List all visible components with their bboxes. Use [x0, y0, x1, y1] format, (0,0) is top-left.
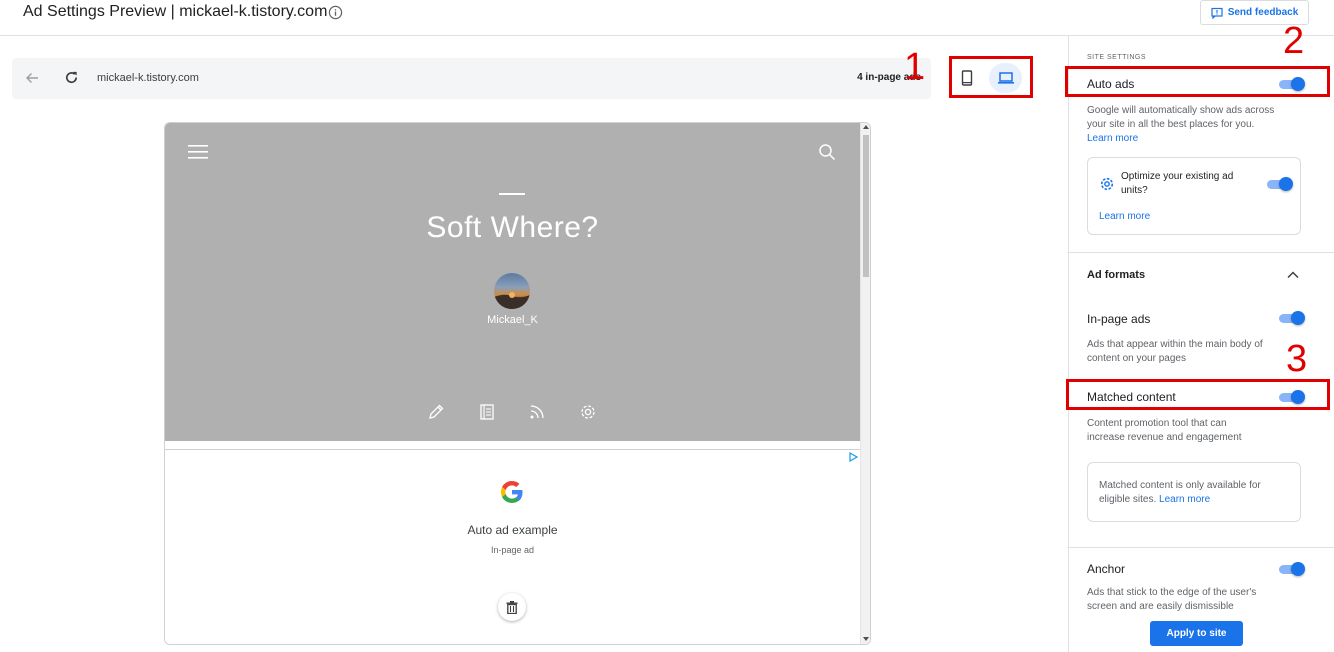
adchoices-icon[interactable]	[848, 452, 858, 462]
annotation-number-2: 2	[1283, 20, 1305, 62]
avatar[interactable]	[494, 273, 530, 309]
site-settings-heading: SITE SETTINGS	[1087, 54, 1147, 61]
guestbook-icon[interactable]	[478, 403, 496, 421]
in-page-ads-toggle[interactable]	[1279, 311, 1305, 325]
auto-optimize-gear-icon	[1100, 177, 1114, 191]
auto-ads-toggle[interactable]	[1279, 77, 1305, 91]
avatar-photo-icon	[494, 292, 530, 309]
section-divider	[1069, 252, 1334, 253]
browser-bar: mickael-k.tistory.com 4 in-page ads	[12, 58, 931, 99]
anchor-description: Ads that stick to the edge of the user's…	[1087, 587, 1257, 612]
matched-content-label: Matched content	[1087, 390, 1176, 404]
optimize-toggle[interactable]	[1267, 177, 1293, 191]
desktop-view-button[interactable]	[989, 63, 1022, 93]
apply-to-site-button[interactable]: Apply to site	[1150, 621, 1243, 646]
ad-example-subtitle: In-page ad	[490, 545, 535, 555]
auto-ads-learn-more-link[interactable]: Learn more	[1087, 133, 1138, 144]
ad-formats-heading[interactable]: Ad formats	[1087, 269, 1145, 281]
ad-example-title: Auto ad example	[467, 523, 558, 537]
matched-content-toggle[interactable]	[1279, 390, 1305, 404]
edit-pencil-icon[interactable]	[427, 403, 445, 421]
settings-sidebar: SITE SETTINGS 2 Auto ads Google will aut…	[1065, 22, 1334, 652]
matched-content-note: Matched content is only available for el…	[1099, 480, 1261, 505]
header: Ad Settings Preview | mickael-k.tistory.…	[0, 0, 1334, 36]
optimize-label: Optimize your existing ad units?	[1121, 171, 1234, 196]
send-feedback-label: Send feedback	[1227, 7, 1299, 18]
rss-icon[interactable]	[528, 403, 546, 421]
annotation-number-3: 3	[1286, 338, 1308, 380]
remove-ad-button[interactable]	[498, 593, 526, 621]
matched-content-note-card: Matched content is only available for el…	[1087, 462, 1301, 522]
matched-content-learn-more-link[interactable]: Learn more	[1159, 494, 1210, 505]
anchor-toggle[interactable]	[1279, 562, 1305, 576]
anchor-label: Anchor	[1087, 562, 1126, 576]
info-icon[interactable]	[328, 5, 343, 20]
page-title: Ad Settings Preview | mickael-k.tistory.…	[23, 3, 328, 20]
auto-ads-label: Auto ads	[1087, 77, 1135, 91]
optimize-ad-units-card: Optimize your existing ad units? Learn m…	[1087, 157, 1301, 235]
back-arrow-icon[interactable]	[25, 71, 39, 85]
trash-icon	[506, 600, 518, 614]
scroll-thumb[interactable]	[863, 135, 869, 277]
feedback-icon	[1211, 7, 1223, 19]
search-icon[interactable]	[818, 143, 836, 161]
hero-toolbar	[427, 403, 597, 421]
hero-divider	[499, 193, 525, 195]
in-page-ads-label: In-page ads	[1087, 312, 1151, 326]
google-logo-icon	[501, 481, 523, 503]
scroll-down-arrow[interactable]	[863, 637, 869, 641]
chevron-up-icon[interactable]	[1286, 268, 1300, 282]
mobile-view-button[interactable]	[952, 63, 982, 93]
menu-icon[interactable]	[188, 143, 208, 161]
matched-content-description: Content promotion tool that can increase…	[1087, 418, 1242, 443]
settings-gear-icon[interactable]	[579, 403, 597, 421]
preview-scrollbar[interactable]	[860, 123, 870, 644]
author-name: Mickael_K	[487, 314, 538, 326]
reload-icon[interactable]	[64, 70, 79, 85]
auto-ad-example: Auto ad example In-page ad	[165, 449, 860, 644]
url-text: mickael-k.tistory.com	[97, 72, 199, 84]
optimize-learn-more-link[interactable]: Learn more	[1099, 210, 1150, 224]
laptop-icon	[997, 72, 1014, 84]
site-preview-frame: Soft Where? Mickael_K Auto ad example In…	[164, 122, 871, 645]
scroll-up-arrow[interactable]	[863, 125, 869, 129]
annotation-number-1: 1	[904, 46, 926, 88]
phone-icon	[961, 70, 973, 86]
in-page-ads-description: Ads that appear within the main body of …	[1087, 339, 1263, 364]
section-divider	[1069, 547, 1334, 548]
blog-hero: Soft Where? Mickael_K	[165, 123, 860, 441]
blog-title: Soft Where?	[426, 211, 599, 244]
auto-ads-description: Google will automatically show ads acros…	[1087, 105, 1275, 144]
